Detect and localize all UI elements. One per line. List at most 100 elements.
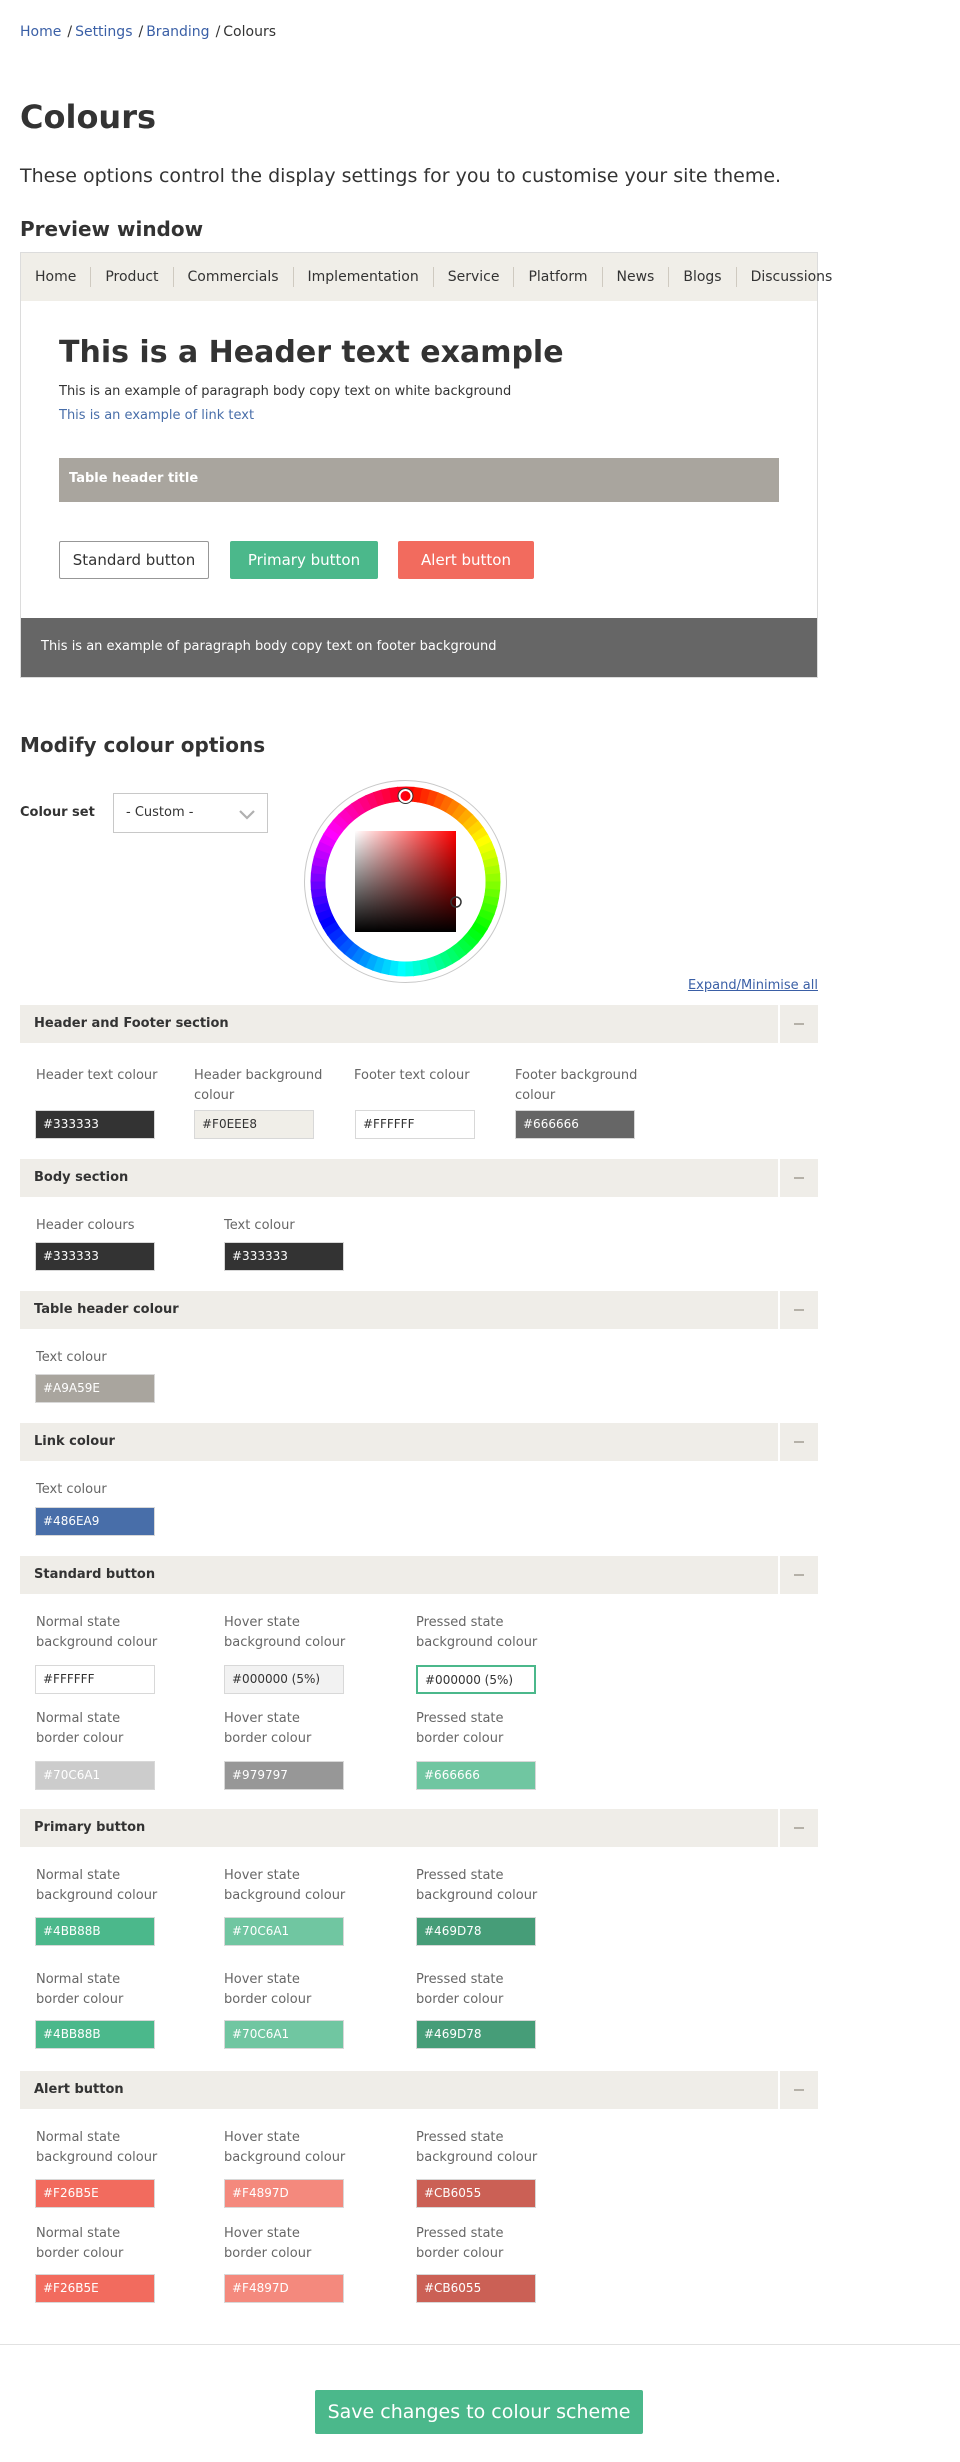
colour-input[interactable]: #F26B5E (35, 2274, 155, 2303)
field-label: Footer text colour (354, 1068, 470, 1083)
preview-nav-item[interactable]: News (601, 267, 669, 287)
collapse-icon[interactable] (778, 2071, 818, 2109)
collapse-icon[interactable] (778, 1005, 818, 1043)
page-intro: These options control the display settin… (20, 165, 782, 187)
breadcrumb-home[interactable]: Home (20, 24, 61, 40)
colour-input[interactable]: #F26B5E (35, 2179, 155, 2208)
section-link[interactable]: Link colour (20, 1423, 818, 1461)
section-title: Body section (34, 1170, 129, 1185)
field-label: Normal state background colour (36, 2130, 158, 2165)
field-label: Pressed state border colour (416, 1711, 504, 1746)
preview-nav-item[interactable]: Implementation (292, 267, 433, 287)
colour-input[interactable]: #979797 (224, 1761, 344, 1790)
field-label: Hover state border colour (224, 1972, 312, 2007)
colour-input[interactable]: #333333 (224, 1242, 344, 1271)
colour-input-focused[interactable]: #000000 (5%) (416, 1665, 536, 1694)
colour-input[interactable]: #FFFFFF (355, 1110, 475, 1139)
colour-input[interactable]: #70C6A1 (224, 2020, 344, 2049)
preview-standard-button[interactable]: Standard button (59, 541, 209, 579)
preview-nav-item[interactable]: Discussions (735, 267, 847, 287)
save-changes-button[interactable]: Save changes to colour scheme (315, 2390, 643, 2434)
field-label: Text colour (224, 1218, 295, 1233)
field-label: Hover state background colour (224, 2130, 346, 2165)
field-label: Pressed state background colour (416, 2130, 538, 2165)
collapse-icon[interactable] (778, 1159, 818, 1197)
field-label: Header colours (36, 1218, 135, 1233)
section-title: Link colour (34, 1434, 115, 1449)
colour-input[interactable]: #000000 (5%) (224, 1665, 344, 1694)
colour-input[interactable]: #CB6055 (416, 2179, 536, 2208)
breadcrumb-current: Colours (223, 24, 276, 40)
breadcrumb-separator: / (138, 24, 144, 40)
preview-nav-item[interactable]: Platform (513, 267, 601, 287)
section-title: Standard button (34, 1567, 156, 1582)
colour-input[interactable]: #333333 (35, 1242, 155, 1271)
colour-set-select[interactable]: - Custom - (113, 793, 268, 833)
expand-minimise-link[interactable]: Expand/Minimise all (688, 978, 818, 993)
preview-nav-item[interactable]: Service (432, 267, 514, 287)
colour-input[interactable]: #4BB88B (35, 2020, 155, 2049)
preview-primary-button[interactable]: Primary button (230, 541, 378, 579)
colour-input[interactable]: #F0EEE8 (194, 1110, 314, 1139)
collapse-icon[interactable] (778, 1423, 818, 1461)
section-primary-button[interactable]: Primary button (20, 1809, 818, 1847)
colour-input[interactable]: #F4897D (224, 2274, 344, 2303)
field-label: Hover state border colour (224, 2226, 312, 2261)
section-standard-button[interactable]: Standard button (20, 1556, 818, 1594)
colour-wheel[interactable] (303, 779, 508, 984)
preview-nav-item[interactable]: Blogs (668, 267, 735, 287)
breadcrumb: Home / Settings / Branding / Colours (20, 24, 276, 40)
preview-link[interactable]: This is an example of link text (59, 408, 254, 423)
colour-set-value: - Custom - (126, 805, 194, 820)
preview-alert-button[interactable]: Alert button (398, 541, 534, 579)
colour-input[interactable]: #70C6A1 (35, 1761, 155, 1790)
field-label: Header text colour (36, 1068, 158, 1083)
section-title: Primary button (34, 1820, 146, 1835)
field-label: Pressed state border colour (416, 2226, 504, 2261)
field-label: Normal state background colour (36, 1868, 158, 1903)
colour-input[interactable]: #4BB88B (35, 1917, 155, 1946)
field-label: Hover state background colour (224, 1615, 346, 1650)
colour-input[interactable]: #70C6A1 (224, 1917, 344, 1946)
colour-input[interactable]: #CB6055 (416, 2274, 536, 2303)
preview-header-text: This is a Header text example (59, 335, 564, 370)
field-label: Hover state border colour (224, 1711, 312, 1746)
field-label: Hover state background colour (224, 1868, 346, 1903)
colour-input[interactable]: #469D78 (416, 1917, 536, 1946)
section-body[interactable]: Body section (20, 1159, 818, 1197)
breadcrumb-settings[interactable]: Settings (75, 24, 132, 40)
field-label: Pressed state border colour (416, 1972, 504, 2007)
section-title: Header and Footer section (34, 1016, 229, 1031)
preview-nav-item[interactable]: Product (90, 267, 172, 287)
section-alert-button[interactable]: Alert button (20, 2071, 818, 2109)
preview-window: Home Product Commercials Implementation … (20, 252, 832, 678)
field-label: Normal state border colour (36, 1711, 124, 1746)
field-label: Normal state background colour (36, 1615, 158, 1650)
preview-nav-item[interactable]: Commercials (172, 267, 293, 287)
divider (0, 2344, 960, 2345)
colour-input[interactable]: #469D78 (416, 2020, 536, 2049)
colour-input[interactable]: #486EA9 (35, 1507, 155, 1536)
section-table-header[interactable]: Table header colour (20, 1291, 818, 1329)
section-title: Alert button (34, 2082, 124, 2097)
colour-input[interactable]: #333333 (35, 1110, 155, 1139)
collapse-icon[interactable] (778, 1809, 818, 1847)
colour-input[interactable]: #FFFFFF (35, 1665, 155, 1694)
colour-input[interactable]: #F4897D (224, 2179, 344, 2208)
breadcrumb-branding[interactable]: Branding (146, 24, 209, 40)
field-label: Pressed state background colour (416, 1868, 538, 1903)
collapse-icon[interactable] (778, 1556, 818, 1594)
colour-input[interactable]: #666666 (515, 1110, 635, 1139)
preview-paragraph: This is an example of paragraph body cop… (59, 384, 512, 399)
colour-input[interactable]: #666666 (416, 1761, 536, 1790)
breadcrumb-separator: / (67, 24, 73, 40)
field-label: Text colour (36, 1482, 107, 1497)
chevron-down-icon (239, 810, 255, 820)
colour-set-label: Colour set (20, 805, 95, 820)
section-header-footer[interactable]: Header and Footer section (20, 1005, 818, 1043)
field-label: Header background colour (194, 1068, 323, 1103)
field-label: Text colour (36, 1350, 107, 1365)
preview-nav-item[interactable]: Home (35, 267, 90, 287)
colour-input[interactable]: #A9A59E (35, 1374, 155, 1403)
collapse-icon[interactable] (778, 1291, 818, 1329)
